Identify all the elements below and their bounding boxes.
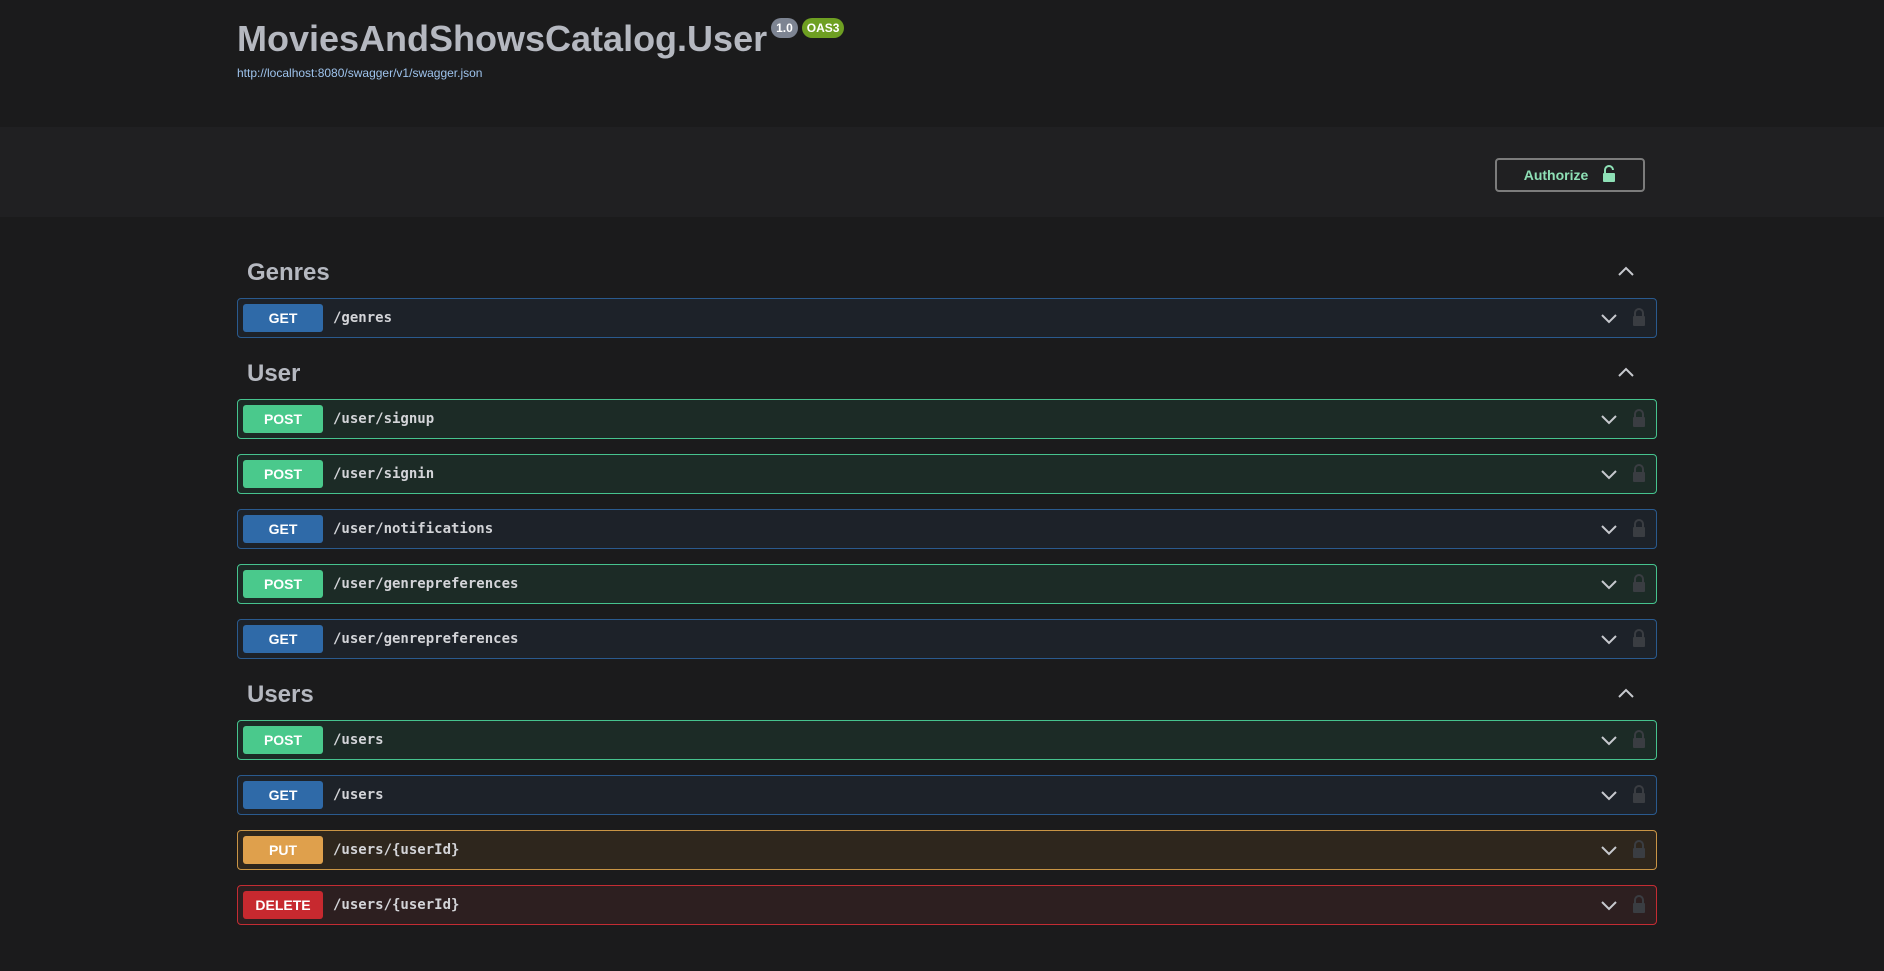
http-method-badge: PUT <box>243 836 323 864</box>
operation-row[interactable]: DELETE/users/{userId} <box>237 885 1657 925</box>
http-method-badge: GET <box>243 781 323 809</box>
tag-section-users[interactable]: Users <box>237 675 1657 720</box>
operation-row[interactable]: GET/users <box>237 775 1657 815</box>
chevron-up-icon[interactable] <box>1617 366 1635 380</box>
http-method-badge: DELETE <box>243 891 323 919</box>
operation-path: /user/signup <box>333 411 435 427</box>
lock-icon[interactable] <box>1632 307 1646 327</box>
authorize-button[interactable]: Authorize <box>1495 158 1645 192</box>
chevron-down-icon[interactable] <box>1600 311 1618 325</box>
operation-path: /users <box>333 787 384 803</box>
chevron-down-icon[interactable] <box>1600 632 1618 646</box>
operation-row[interactable]: POST/user/signin <box>237 454 1657 494</box>
version-badge: 1.0 <box>771 18 798 38</box>
http-method-badge: GET <box>243 625 323 653</box>
tag-section-user[interactable]: User <box>237 354 1657 399</box>
lock-icon[interactable] <box>1632 463 1646 483</box>
lock-icon[interactable] <box>1632 839 1646 859</box>
http-method-badge: GET <box>243 304 323 332</box>
chevron-down-icon[interactable] <box>1600 843 1618 857</box>
operation-row[interactable]: POST/users <box>237 720 1657 760</box>
http-method-badge: GET <box>243 515 323 543</box>
tag-section-genres[interactable]: Genres <box>237 253 1657 298</box>
operation-row[interactable]: GET/user/genrepreferences <box>237 619 1657 659</box>
tag-title: Users <box>247 681 314 708</box>
lock-icon[interactable] <box>1632 573 1646 593</box>
chevron-down-icon[interactable] <box>1600 577 1618 591</box>
lock-icon[interactable] <box>1632 784 1646 804</box>
operation-path: /user/signin <box>333 466 435 482</box>
operation-row[interactable]: POST/user/signup <box>237 399 1657 439</box>
authorize-label: Authorize <box>1523 167 1589 183</box>
api-title: MoviesAndShowsCatalog.User <box>237 18 768 59</box>
operation-row[interactable]: PUT/users/{userId} <box>237 830 1657 870</box>
operation-path: /user/genrepreferences <box>333 576 519 592</box>
operations-container: Genres GET/genres User POST/user/signup POST… <box>237 217 1657 940</box>
http-method-badge: POST <box>243 405 323 433</box>
operation-row[interactable]: POST/user/genrepreferences <box>237 564 1657 604</box>
chevron-down-icon[interactable] <box>1600 898 1618 912</box>
chevron-down-icon[interactable] <box>1600 522 1618 536</box>
lock-icon[interactable] <box>1632 729 1646 749</box>
lock-icon[interactable] <box>1632 518 1646 538</box>
operation-path: /user/genrepreferences <box>333 631 519 647</box>
operation-path: /users/{userId} <box>333 897 460 913</box>
chevron-down-icon[interactable] <box>1600 733 1618 747</box>
lock-icon[interactable] <box>1632 628 1646 648</box>
chevron-down-icon[interactable] <box>1600 467 1618 481</box>
chevron-down-icon[interactable] <box>1600 788 1618 802</box>
chevron-up-icon[interactable] <box>1617 687 1635 701</box>
http-method-badge: POST <box>243 570 323 598</box>
operation-path: /genres <box>333 310 393 326</box>
operation-path: /users <box>333 732 384 748</box>
operation-path: /user/notifications <box>333 521 494 537</box>
operation-path: /users/{userId} <box>333 842 460 858</box>
tag-title: Genres <box>247 259 330 286</box>
spec-url-link[interactable]: http://localhost:8080/swagger/v1/swagger… <box>237 66 844 80</box>
chevron-down-icon[interactable] <box>1600 412 1618 426</box>
http-method-badge: POST <box>243 726 323 754</box>
operation-row[interactable]: GET/user/notifications <box>237 509 1657 549</box>
api-info: MoviesAndShowsCatalog.User 1.0 OAS3 http… <box>237 18 845 80</box>
oas-badge: OAS3 <box>801 18 845 38</box>
chevron-up-icon[interactable] <box>1617 265 1635 279</box>
info-header: MoviesAndShowsCatalog.User 1.0 OAS3 http… <box>0 0 1884 127</box>
http-method-badge: POST <box>243 460 323 488</box>
unlock-icon <box>1602 164 1616 186</box>
tag-title: User <box>247 360 301 387</box>
lock-icon[interactable] <box>1632 408 1646 428</box>
operation-row[interactable]: GET/genres <box>237 298 1657 338</box>
lock-icon[interactable] <box>1632 894 1646 914</box>
